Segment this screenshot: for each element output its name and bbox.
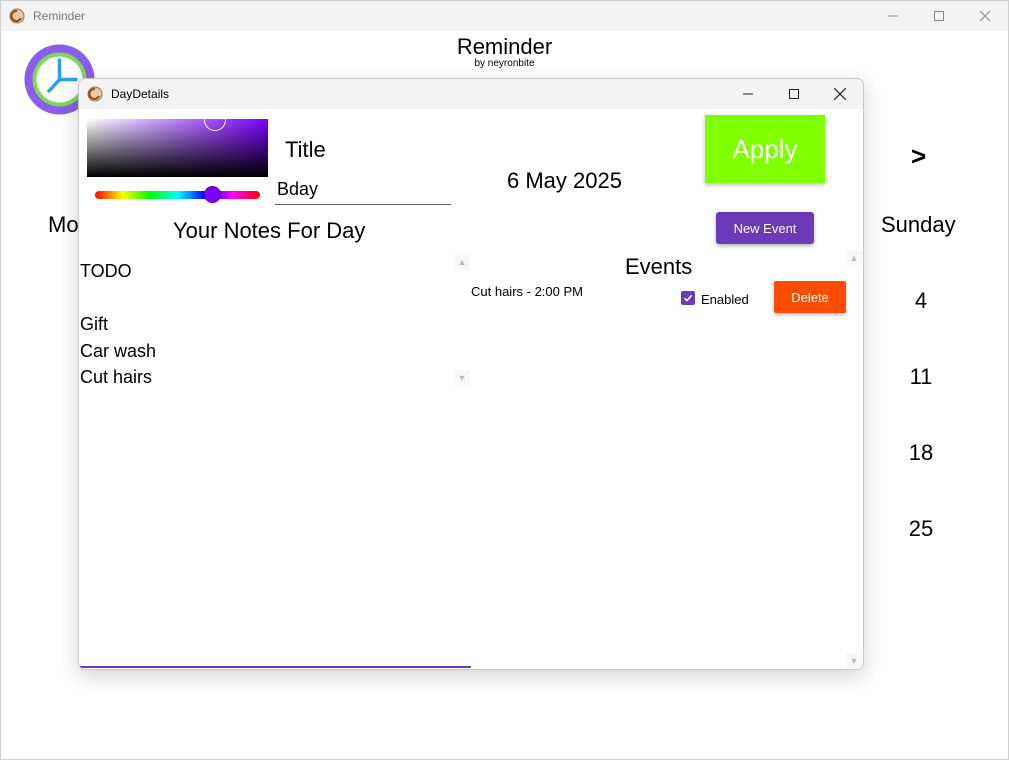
day-label-monday: Mo [48, 212, 79, 237]
title-input[interactable] [275, 175, 451, 205]
event-text: Cut hairs - 2:00 PM [471, 284, 583, 299]
app-icon [87, 86, 103, 102]
close-icon [980, 11, 990, 21]
maximize-icon [934, 11, 944, 21]
scroll-up-icon[interactable]: ▲ [454, 254, 470, 270]
app-title: Reminder [456, 34, 553, 59]
window-title: Reminder [33, 9, 86, 23]
dialog-window-controls [725, 79, 863, 109]
color-picker-area[interactable] [87, 119, 268, 177]
new-event-button[interactable]: New Event [716, 212, 814, 244]
minimize-button[interactable] [870, 1, 916, 31]
scroll-up-icon[interactable]: ▲ [846, 250, 862, 266]
title-label: Title [285, 137, 326, 162]
next-button[interactable]: > [911, 141, 926, 172]
delete-button[interactable]: Delete [774, 281, 846, 313]
notes-text: TODO Gift Car wash Cut hairs [80, 261, 157, 387]
apply-button[interactable]: Apply [705, 115, 825, 183]
day-label-sunday: Sunday [881, 212, 956, 237]
window-controls [870, 1, 1008, 31]
date-display: 6 May 2025 [507, 168, 622, 193]
scroll-down-icon[interactable]: ▼ [846, 653, 862, 669]
events-heading: Events [625, 254, 693, 279]
maximize-button[interactable] [916, 1, 962, 31]
minimize-icon [888, 15, 898, 17]
calendar-date[interactable]: 25 [891, 516, 951, 542]
app-icon [9, 8, 25, 24]
scroll-down-icon[interactable]: ▼ [454, 370, 470, 386]
notes-textarea[interactable]: TODO Gift Car wash Cut hairs ▲ ▼ [79, 254, 471, 668]
calendar-date[interactable]: 4 [891, 288, 951, 314]
enabled-label: Enabled [701, 292, 749, 307]
enabled-checkbox[interactable] [681, 291, 695, 305]
calendar-date[interactable]: 11 [891, 364, 951, 390]
app-subtitle: by neyronbite [474, 58, 535, 69]
color-picker-cursor[interactable] [204, 109, 226, 131]
hue-slider[interactable] [95, 191, 260, 199]
close-icon [834, 88, 846, 100]
notes-heading: Your Notes For Day [173, 218, 366, 243]
minimize-icon [743, 93, 753, 95]
dialog-maximize-button[interactable] [771, 79, 817, 109]
app-header: Reminder by neyronbite [1, 34, 1008, 69]
titlebar: Reminder [1, 1, 1008, 31]
hue-slider-thumb[interactable] [204, 186, 221, 203]
close-button[interactable] [962, 1, 1008, 31]
check-icon [683, 294, 693, 302]
calendar-date[interactable]: 18 [891, 440, 951, 466]
event-item: Cut hairs - 2:00 PM Enabled Delete [471, 279, 847, 319]
dialog-close-button[interactable] [817, 79, 863, 109]
day-details-dialog: DayDetails Title 6 May 2025 Apply New Ev… [78, 78, 864, 670]
maximize-icon [789, 89, 799, 99]
dialog-titlebar: DayDetails [79, 79, 863, 109]
dialog-minimize-button[interactable] [725, 79, 771, 109]
dialog-title: DayDetails [111, 87, 170, 101]
